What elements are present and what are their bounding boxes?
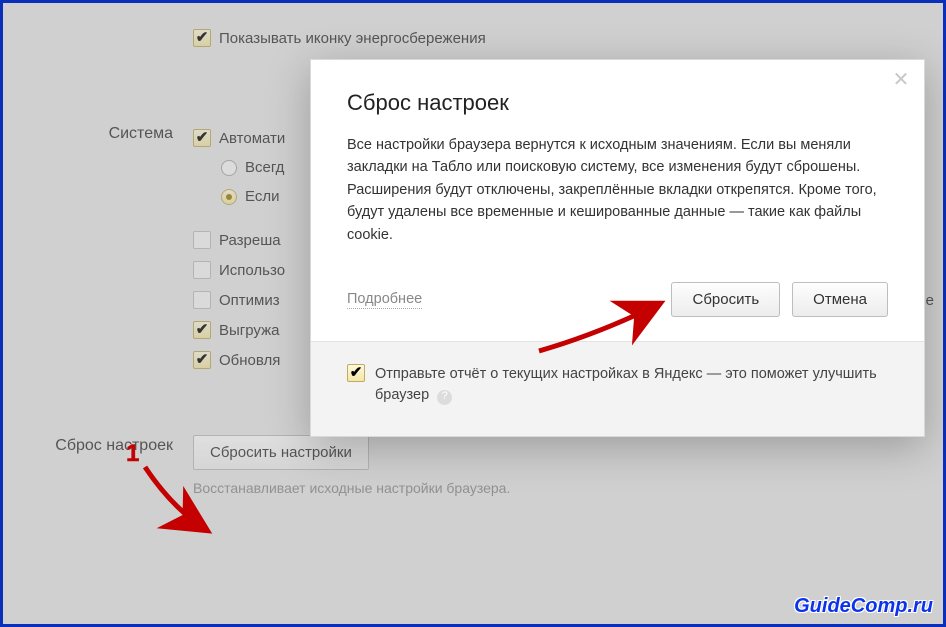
checkbox-icon[interactable]: [347, 364, 365, 382]
checkbox-icon: [193, 29, 211, 47]
checkbox-icon: [193, 321, 211, 339]
settings-window: Показывать иконку энергосбережения Систе…: [0, 0, 946, 627]
confirm-button[interactable]: Сбросить: [671, 282, 780, 317]
opt-label: Автомати: [219, 130, 285, 147]
more-link[interactable]: Подробнее: [347, 291, 422, 309]
checkbox-icon: [193, 261, 211, 279]
opt-label: Всегд: [245, 159, 284, 176]
reset-dialog: ✕ Сброс настроек Все настройки браузера …: [310, 59, 925, 437]
radio-icon: [221, 189, 237, 205]
opt-label: Использо: [219, 262, 285, 279]
opt-label: Обновля: [219, 352, 280, 369]
checkbox-icon: [193, 231, 211, 249]
checkbox-icon: [193, 291, 211, 309]
annotation-number-1: 1: [126, 440, 139, 468]
opt-label: Разреша: [219, 232, 281, 249]
radio-icon: [221, 160, 237, 176]
cancel-button[interactable]: Отмена: [792, 282, 888, 317]
opt-label: Показывать иконку энергосбережения: [219, 30, 486, 47]
opt-label: Оптимиз: [219, 292, 280, 309]
dialog-title: Сброс настроек: [347, 90, 888, 116]
opt-label: Если: [245, 188, 279, 205]
reset-hint: Восстанавливает исходные настройки брауз…: [193, 470, 928, 496]
help-icon[interactable]: ?: [437, 390, 452, 405]
section-reset-title: Сброс настроек: [18, 435, 193, 455]
section-system-title: Система: [18, 123, 193, 143]
watermark: GuideComp.ru: [794, 595, 933, 618]
checkbox-icon: [193, 129, 211, 147]
report-label: Отправьте отчёт о текущих настройках в Я…: [375, 364, 888, 406]
close-icon[interactable]: ✕: [890, 70, 912, 92]
checkbox-icon: [193, 351, 211, 369]
opt-show-energy-icon[interactable]: Показывать иконку энергосбережения: [193, 23, 928, 53]
reset-settings-button[interactable]: Сбросить настройки: [193, 435, 369, 470]
opt-label: Выгружа: [219, 322, 279, 339]
dialog-text: Все настройки браузера вернутся к исходн…: [347, 134, 888, 246]
